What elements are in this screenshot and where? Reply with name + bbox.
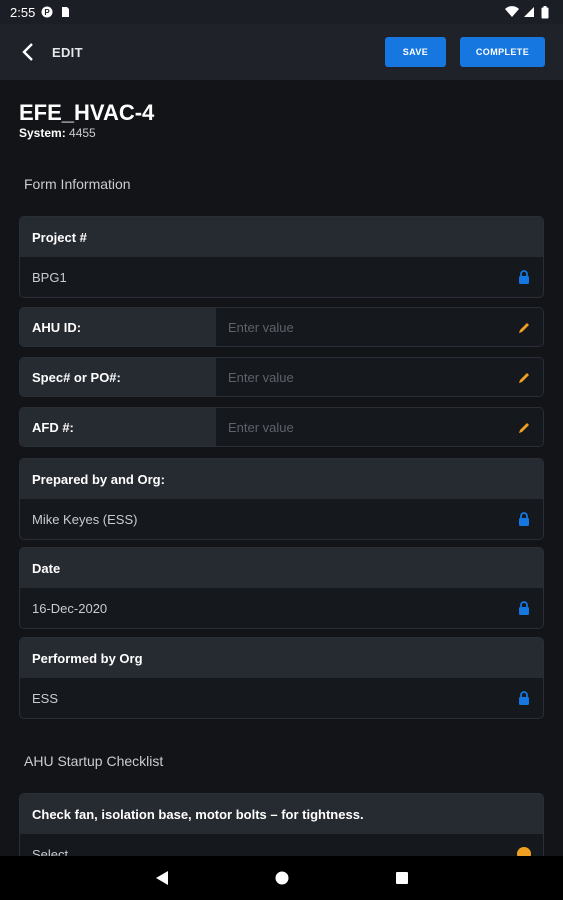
date-value: 16-Dec-2020 (32, 600, 108, 616)
spec-input[interactable]: Enter value (216, 358, 543, 396)
project-field: Project # BPG1 (19, 216, 544, 298)
section-checklist: AHU Startup Checklist (24, 753, 164, 769)
square-recents-icon (395, 872, 408, 884)
spec-field: Spec# or PO#: Enter value (19, 357, 544, 397)
spec-placeholder: Enter value (228, 369, 294, 385)
checklist-item: Check fan, isolation base, motor bolts –… (19, 793, 544, 856)
lock-icon (517, 691, 531, 705)
system-label: System: (19, 126, 66, 140)
back-button[interactable] (18, 42, 38, 62)
date-label: Date (20, 548, 543, 588)
afd-placeholder: Enter value (228, 419, 294, 435)
project-label: Project # (20, 217, 543, 257)
sd-card-icon (59, 6, 71, 18)
prepared-by-value: Mike Keyes (ESS) (32, 511, 138, 527)
prepared-by-label: Prepared by and Org: (20, 459, 543, 499)
checklist-select[interactable]: Select (20, 834, 543, 856)
system-line: System: 4455 (19, 126, 96, 140)
section-form-information: Form Information (24, 176, 131, 192)
pencil-icon[interactable] (517, 420, 531, 434)
ahu-id-label: AHU ID: (20, 308, 216, 346)
ahu-id-field: AHU ID: Enter value (19, 307, 544, 347)
status-dot-icon (517, 847, 531, 856)
app-bar: EDIT SAVE COMPLETE (0, 24, 563, 80)
system-nav-bar (0, 856, 563, 900)
checklist-item-label: Check fan, isolation base, motor bolts –… (20, 794, 543, 834)
form-content[interactable]: EFE_HVAC-4 System: 4455 Form Information… (0, 80, 563, 856)
pencil-icon[interactable] (517, 370, 531, 384)
afd-label: AFD #: (20, 408, 216, 446)
performed-by-field: Performed by Org ESS (19, 637, 544, 719)
lock-icon (517, 512, 531, 526)
prepared-by-field: Prepared by and Org: Mike Keyes (ESS) (19, 458, 544, 540)
nav-home-button[interactable] (272, 868, 292, 888)
circle-home-icon (275, 871, 288, 885)
signal-icon (523, 6, 535, 18)
spec-label: Spec# or PO#: (20, 358, 216, 396)
svg-text:P: P (45, 8, 51, 17)
performed-by-value: ESS (32, 690, 59, 706)
p-badge-icon: P (41, 6, 53, 18)
status-bar: 2:55 P (0, 0, 563, 24)
page-title: EFE_HVAC-4 (19, 100, 155, 125)
wifi-icon (505, 6, 519, 18)
status-time: 2:55 (10, 4, 36, 20)
performed-by-label: Performed by Org (20, 638, 543, 678)
checklist-select-value: Select (32, 846, 69, 857)
app-title: EDIT (52, 44, 83, 60)
lock-icon (517, 601, 531, 615)
afd-input[interactable]: Enter value (216, 408, 543, 446)
system-value: 4455 (69, 126, 96, 140)
complete-button[interactable]: COMPLETE (460, 37, 545, 67)
nav-back-button[interactable] (152, 868, 172, 888)
nav-recents-button[interactable] (392, 868, 412, 888)
arrow-back-icon (22, 43, 33, 61)
ahu-id-input[interactable]: Enter value (216, 308, 543, 346)
project-value: BPG1 (32, 269, 67, 285)
battery-icon (541, 6, 553, 19)
lock-icon (517, 270, 531, 284)
triangle-back-icon (155, 871, 168, 885)
pencil-icon[interactable] (517, 320, 531, 334)
save-button[interactable]: SAVE (385, 37, 446, 67)
afd-field: AFD #: Enter value (19, 407, 544, 447)
ahu-id-placeholder: Enter value (228, 319, 294, 335)
date-field: Date 16-Dec-2020 (19, 547, 544, 629)
